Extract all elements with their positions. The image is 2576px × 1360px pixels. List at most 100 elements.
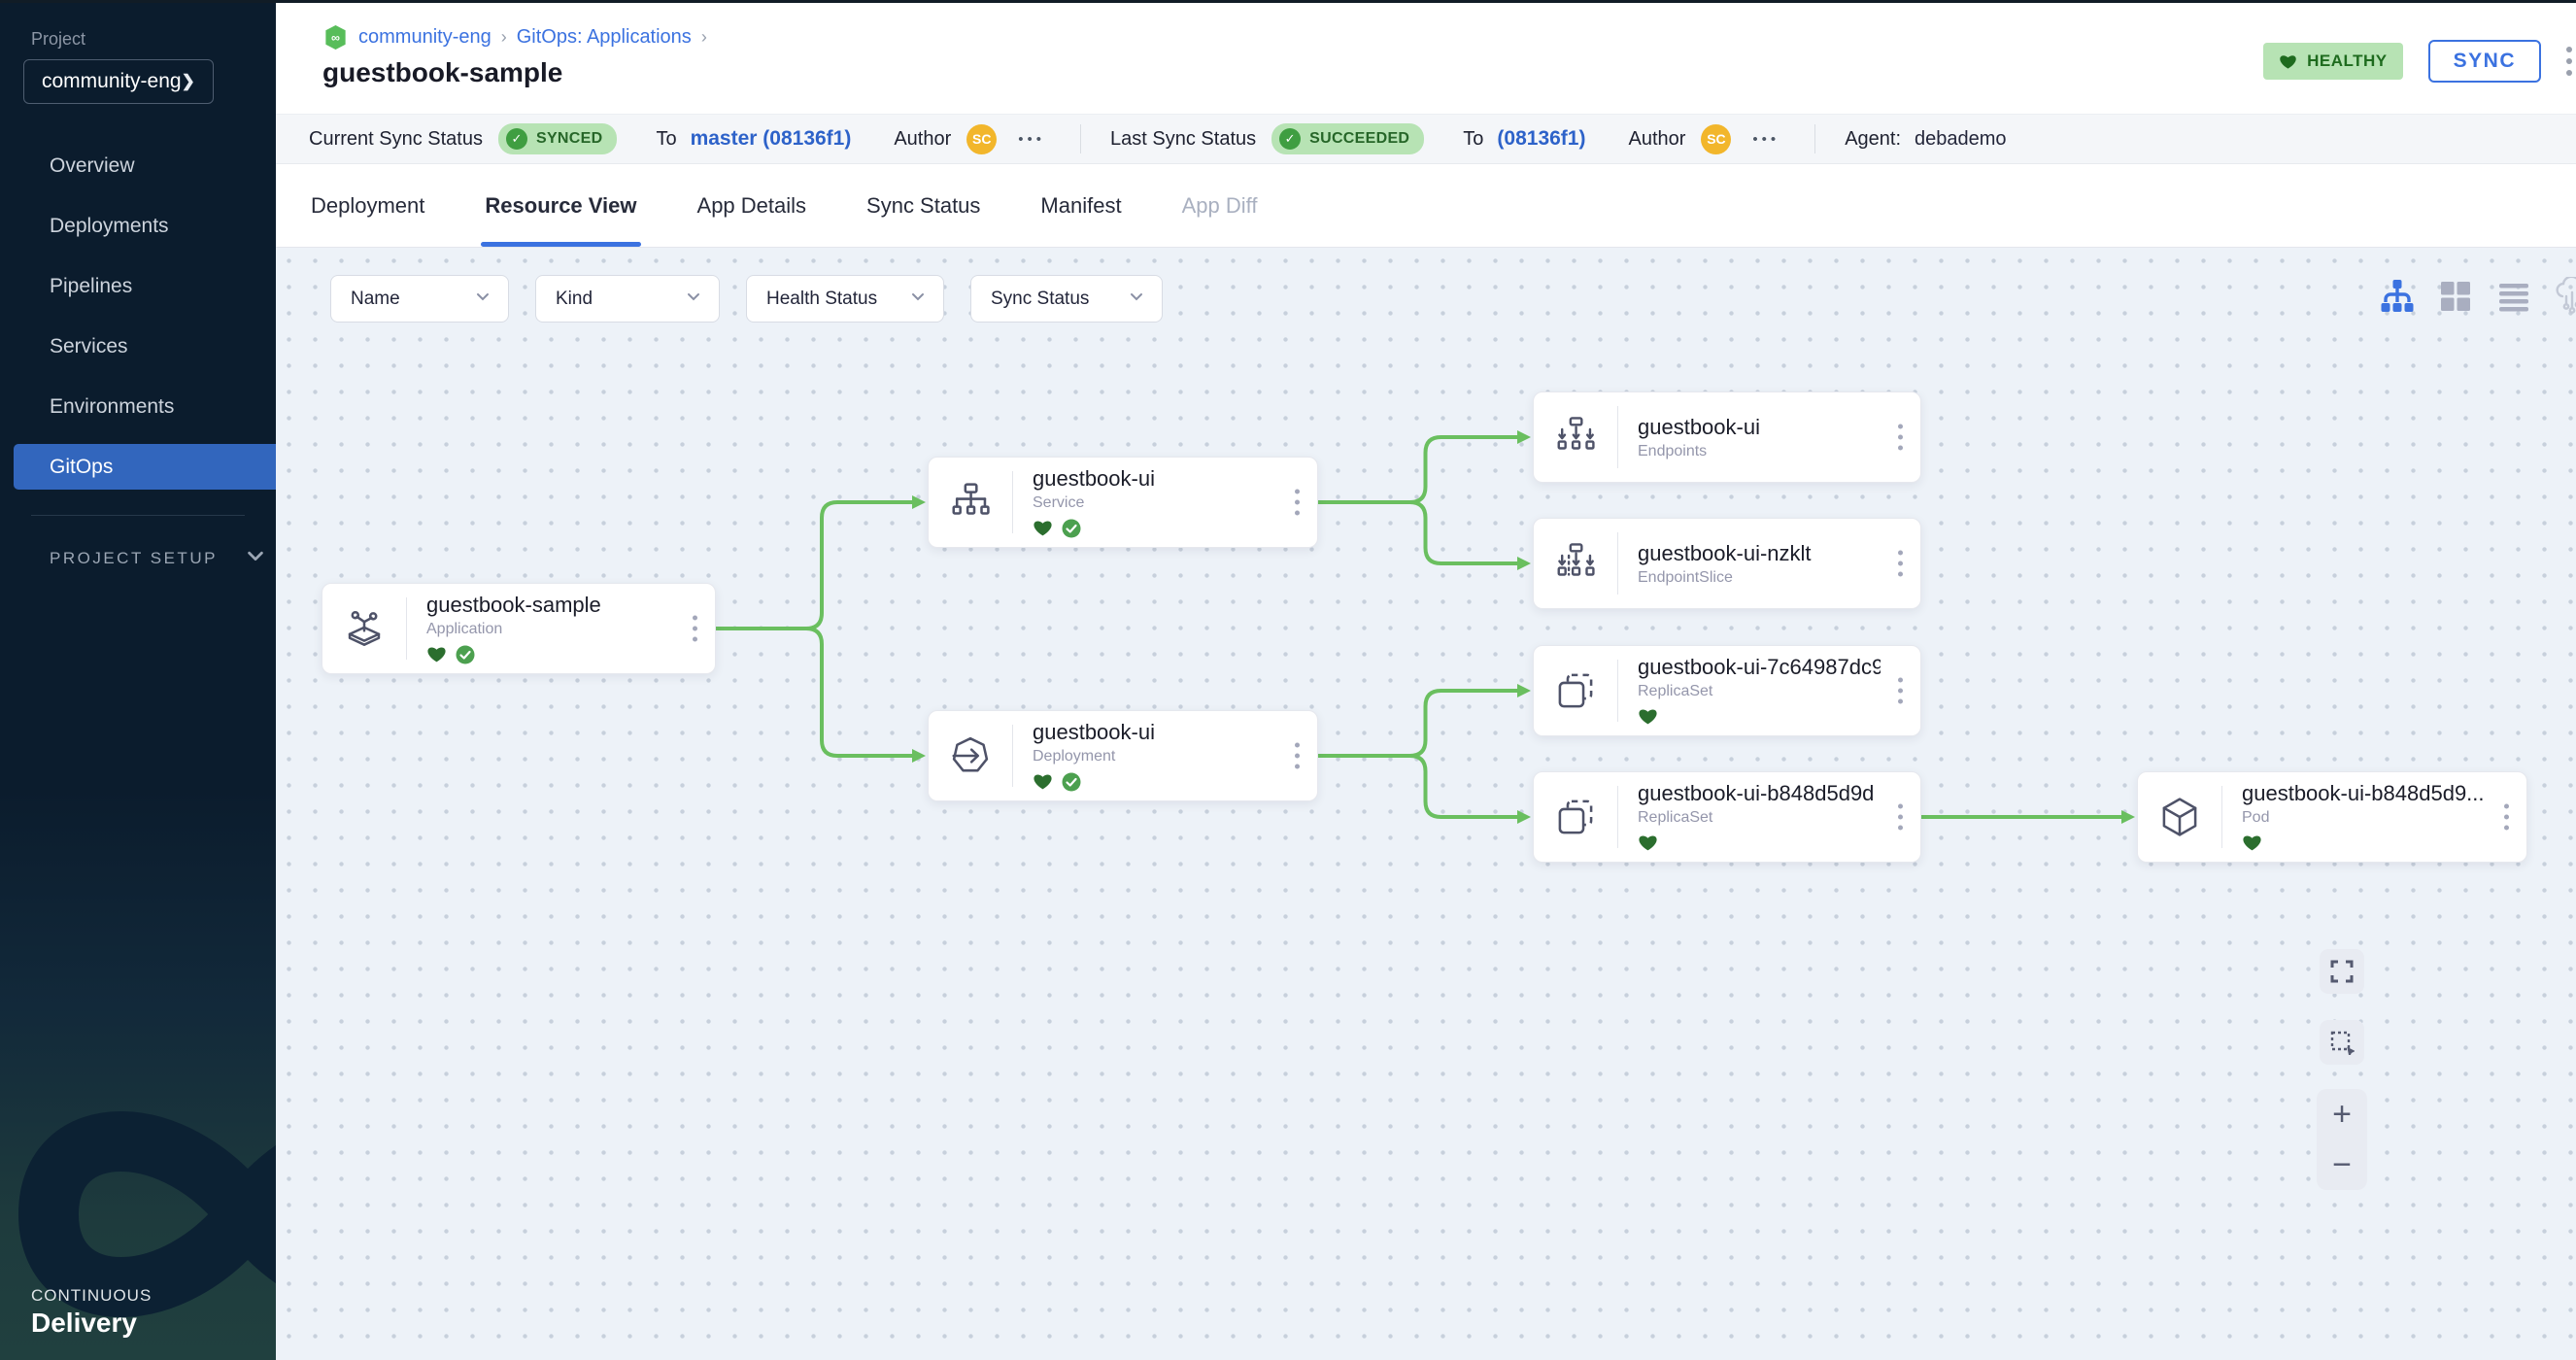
edge-dep-to-rs1 [1318,691,1518,756]
node-name: guestbook-ui-b848d5d9d [1638,781,1874,806]
resource-node-replicaset-guestbook-ui-7c64987dc9[interactable]: guestbook-ui-7c64987dc9ReplicaSet [1533,645,1921,736]
filter-health-status[interactable]: Health Status [746,275,944,323]
grid-view-icon[interactable] [2436,277,2475,316]
sidebar-item-label: GitOps [50,456,113,479]
tab-sync-status[interactable]: Sync Status [866,164,980,247]
node-name: guestbook-ui [1033,466,1155,492]
tab-app-details[interactable]: App Details [697,164,807,247]
endpoints-icon [1534,415,1617,459]
health-status-badge: HEALTHY [2263,43,2403,80]
zoom-in-button[interactable]: + [2317,1089,2367,1139]
resource-node-replicaset-guestbook-ui-b848d5d9d[interactable]: guestbook-ui-b848d5d9d ReplicaSet [1533,771,1921,863]
endpointslice-icon [1534,541,1617,586]
heart-icon [2279,52,2297,71]
breadcrumb-project-link[interactable]: community-eng [358,26,491,49]
breadcrumb-separator: › [701,27,707,48]
fullscreen-icon [2329,959,2355,984]
list-view-icon[interactable] [2494,277,2533,316]
node-kind: Service [1033,494,1155,512]
service-icon [929,480,1012,525]
divider [1080,124,1081,153]
marquee-select-button[interactable] [2320,1020,2364,1065]
project-setup-toggle[interactable]: PROJECT SETUP [50,545,266,571]
sidebar-item-gitops[interactable]: GitOps [14,444,276,490]
overflow-dots-icon[interactable]: ••• [1752,131,1779,148]
synced-check-icon [1062,772,1081,792]
resource-tree-canvas[interactable]: Name Kind Health Status Sync Status guestbo… [276,248,2576,1360]
page-header: ∞ community-eng › GitOps: Applications ›… [276,3,2576,114]
filter-kind[interactable]: Kind [535,275,720,323]
sidebar-item-label: Overview [50,154,135,178]
zoom-out-button[interactable]: − [2317,1139,2367,1190]
node-menu-icon[interactable] [1295,743,1300,769]
more-options-icon[interactable] [2566,47,2572,76]
node-menu-icon[interactable] [1898,425,1903,451]
node-menu-icon[interactable] [1295,490,1300,516]
resource-node-pod-guestbook-ui-b848d5d9-[interactable]: guestbook-ui-b848d5d9...Pod [2137,771,2527,863]
application-icon [322,606,406,651]
healthy-heart-icon [1638,706,1658,727]
author-avatar[interactable]: SC [966,124,997,154]
sync-status-bar: Current Sync Status ✓ SYNCED To master (… [276,114,2576,164]
sidebar-item-overview[interactable]: Overview [14,143,276,188]
last-commit-link[interactable]: (08136f1) [1497,127,1585,151]
sidebar-item-environments[interactable]: Environments [14,384,276,429]
healthy-heart-icon [2242,833,2262,853]
project-selector[interactable]: community-eng ❯ [23,59,214,104]
chevron-down-icon [473,287,492,312]
sidebar-item-label: Services [50,335,128,358]
node-kind: ReplicaSet [1638,809,1874,827]
resource-node-endpoints-guestbook-ui[interactable]: guestbook-uiEndpoints [1533,391,1921,483]
sidebar-item-services[interactable]: Services [14,323,276,369]
sidebar-item-label: Environments [50,395,174,419]
fullscreen-button[interactable] [2320,949,2364,994]
author-avatar[interactable]: SC [1701,124,1731,154]
edge-dep-to-rs2 [1318,756,1518,817]
node-health-badges [2242,833,2485,854]
cluster-view-icon[interactable] [2553,277,2576,316]
sidebar-item-pipelines[interactable]: Pipelines [14,263,276,309]
project-selector-value: community-eng [42,70,182,93]
tree-view-icon[interactable] [2378,277,2417,316]
tab-manifest[interactable]: Manifest [1040,164,1121,247]
overflow-dots-icon[interactable]: ••• [1018,131,1045,148]
chevron-down-icon [908,287,928,312]
node-menu-icon[interactable] [2504,804,2509,831]
chevron-down-icon [1127,287,1146,312]
node-kind: Application [426,621,601,638]
project-label: Project [31,29,276,50]
filter-label: Name [351,289,400,310]
filter-name[interactable]: Name [330,275,509,323]
filter-label: Kind [556,289,593,310]
resource-node-application-guestbook-sample[interactable]: guestbook-sampleApplication [322,583,716,674]
window-top-border [0,0,2576,3]
node-menu-icon[interactable] [1898,678,1903,704]
replicaset-icon [1534,795,1617,839]
replicaset-icon [1534,668,1617,713]
last-sync-status-label: Last Sync Status [1110,128,1256,151]
tab-resource-view[interactable]: Resource View [485,164,636,247]
sync-button[interactable]: SYNC [2428,40,2541,83]
breadcrumb-separator: › [501,27,507,48]
check-circle-icon: ✓ [1279,128,1301,150]
deployment-icon [929,733,1012,778]
synced-badge-label: SYNCED [536,130,602,148]
breadcrumb-applications-link[interactable]: GitOps: Applications [517,26,692,49]
tab-deployment[interactable]: Deployment [311,164,424,247]
svg-text:∞: ∞ [331,31,340,45]
resource-node-service-guestbook-ui[interactable]: guestbook-ui Service [928,457,1318,548]
node-menu-icon[interactable] [1898,551,1903,577]
sidebar-nav: Overview Deployments Pipelines Services Envi… [0,143,276,490]
resource-node-endpointslice-guestbook-ui-nzklt[interactable]: guestbook-ui-nzkltEndpointSlice [1533,518,1921,609]
sidebar-item-deployments[interactable]: Deployments [14,203,276,249]
filter-sync-status[interactable]: Sync Status [970,275,1163,323]
resource-node-deployment-guestbook-ui[interactable]: guestbook-uiDeployment [928,710,1318,801]
current-commit-link[interactable]: master (08136f1) [691,127,852,151]
tab-app-diff: App Diff [1182,164,1258,247]
sidebar: Project community-eng ❯ Overview Deployme… [0,0,276,1360]
node-menu-icon[interactable] [693,616,697,642]
node-body: guestbook-ui-b848d5d9d ReplicaSet [1618,781,1874,854]
node-name: guestbook-ui [1638,415,1760,440]
node-menu-icon[interactable] [1898,804,1903,831]
healthy-heart-icon [1033,518,1053,538]
